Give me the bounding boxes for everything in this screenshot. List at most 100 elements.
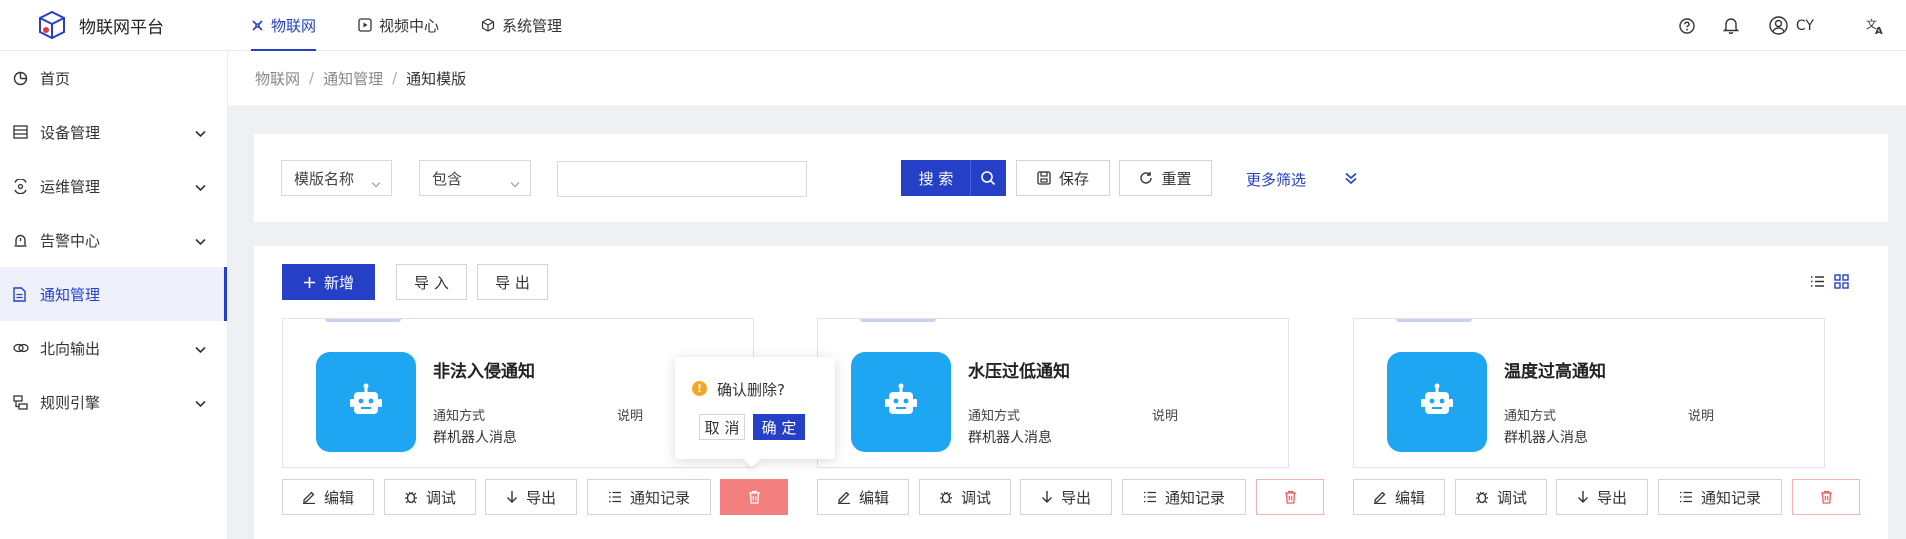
card-export-button[interactable]: 导出 — [485, 479, 577, 515]
card-method-label: 通知方式 — [968, 409, 1021, 424]
list-view-icon[interactable] — [1810, 275, 1825, 288]
help-icon[interactable] — [1679, 17, 1695, 34]
sidebar-item-notify[interactable]: 通知管理 — [0, 267, 227, 321]
bell-icon[interactable] — [1722, 17, 1739, 34]
delete-confirm-popover: ! 确认删除? 取 消 确 定 — [675, 357, 835, 468]
edit-button[interactable]: 编辑 — [1353, 479, 1445, 515]
card-export-button-label: 导出 — [1596, 488, 1627, 507]
more-filters-link[interactable]: 更多筛选 — [1246, 169, 1306, 190]
records-button-label: 通知记录 — [629, 488, 690, 507]
topnav-system[interactable]: 系统管理 — [481, 0, 562, 51]
debug-button[interactable]: 调试 — [384, 479, 476, 515]
template-card[interactable]: 温度过高通知 通知方式 说明 群机器人消息 — [1353, 318, 1825, 468]
search-icon-button[interactable] — [970, 160, 1006, 196]
breadcrumb-separator: / — [309, 69, 315, 87]
card-desc-label: 说明 — [617, 409, 644, 424]
svg-text:A: A — [1875, 26, 1883, 35]
breadcrumb-item[interactable]: 通知管理 — [323, 68, 383, 89]
topnav-video[interactable]: 视频中心 — [358, 0, 439, 51]
cancel-button[interactable]: 取 消 — [699, 414, 745, 440]
breadcrumb-current: 通知模版 — [406, 69, 467, 88]
card-export-button-label: 导出 — [525, 488, 556, 507]
double-chevron-down-icon[interactable] — [1344, 172, 1358, 185]
records-button-label: 通知记录 — [1164, 488, 1225, 507]
trash-icon — [1284, 490, 1297, 504]
top-right-tools: CY 文A — [1679, 0, 1906, 51]
robot-icon — [346, 382, 386, 422]
records-button[interactable]: 通知记录 — [1122, 479, 1246, 515]
search-value-input[interactable] — [557, 161, 807, 197]
template-list-panel: 新增 导 入 导 出 非法入侵通知 通知方式 说明 群机器人消息 水压过低通知 … — [254, 246, 1888, 539]
user-menu[interactable]: CY — [1769, 16, 1814, 35]
card-export-button[interactable]: 导出 — [1556, 479, 1648, 515]
app-title: 物联网平台 — [79, 17, 164, 38]
sidebar-item-northbound[interactable]: 北向输出 — [0, 321, 227, 375]
chevron-down-icon — [371, 174, 381, 192]
sidebar-item-label: 设备管理 — [40, 123, 101, 142]
card-export-button[interactable]: 导出 — [1020, 479, 1112, 515]
cancel-button-label: 取 消 — [704, 418, 740, 437]
sidebar-item-rules[interactable]: 规则引擎 — [0, 375, 227, 429]
card-method-label: 通知方式 — [1504, 409, 1557, 424]
sidebar-item-label: 北向输出 — [40, 339, 101, 358]
card-avatar — [851, 352, 951, 452]
reset-button[interactable]: 重置 — [1119, 160, 1212, 196]
debug-button[interactable]: 调试 — [919, 479, 1011, 515]
grid-view-icon[interactable] — [1834, 274, 1849, 289]
add-button-label: 新增 — [323, 273, 354, 292]
list-icon — [608, 491, 622, 503]
sidebar-item-label: 通知管理 — [40, 285, 101, 304]
robot-icon — [1417, 382, 1457, 422]
edit-icon — [1373, 490, 1387, 504]
card-tab-hint — [325, 319, 401, 322]
records-button-label: 通知记录 — [1700, 488, 1761, 507]
sidebar: 首页 设备管理 运维管理 告警中心 通知管理 北向输出 规则引擎 — [0, 51, 228, 539]
records-button[interactable]: 通知记录 — [1658, 479, 1782, 515]
chevron-down-icon — [195, 124, 206, 142]
pie-chart-icon — [13, 71, 29, 86]
import-button[interactable]: 导 入 — [396, 264, 467, 300]
iot-icon — [251, 19, 264, 32]
sidebar-item-home[interactable]: 首页 — [0, 51, 227, 105]
app-logo[interactable]: 物联网平台 — [37, 10, 251, 40]
translate-icon[interactable]: 文A — [1866, 17, 1886, 35]
breadcrumb-item[interactable]: 物联网 — [255, 68, 300, 89]
chevron-down-icon — [195, 232, 206, 250]
search-button-label: 搜 索 — [918, 169, 954, 188]
card-tab-hint — [1396, 319, 1472, 322]
link-icon — [13, 342, 29, 354]
sidebar-item-ops[interactable]: 运维管理 — [0, 159, 227, 213]
debug-button[interactable]: 调试 — [1455, 479, 1547, 515]
debug-button-label: 调试 — [1496, 488, 1527, 507]
export-button-label: 导 出 — [495, 273, 530, 292]
search-button[interactable]: 搜 索 — [901, 160, 971, 196]
robot-icon — [881, 382, 921, 422]
card-export-button-label: 导出 — [1060, 488, 1091, 507]
field-select[interactable]: 模版名称 — [281, 160, 392, 196]
add-button[interactable]: 新增 — [282, 264, 375, 300]
template-card[interactable]: 水压过低通知 通知方式 说明 群机器人消息 — [817, 318, 1289, 468]
list-icon — [1679, 491, 1693, 503]
delete-button[interactable] — [1256, 479, 1324, 515]
top-bar: 物联网平台 物联网 视频中心 系统管理 CY 文A — [0, 0, 1906, 51]
confirm-button[interactable]: 确 定 — [753, 414, 805, 440]
topnav-iot[interactable]: 物联网 — [251, 0, 317, 51]
edit-button[interactable]: 编辑 — [817, 479, 909, 515]
arrow-down-icon — [1577, 490, 1589, 504]
card-avatar — [316, 352, 416, 452]
sidebar-item-alarm[interactable]: 告警中心 — [0, 213, 227, 267]
operator-select[interactable]: 包含 — [419, 160, 531, 196]
arrow-down-icon — [1041, 490, 1053, 504]
edit-button[interactable]: 编辑 — [282, 479, 374, 515]
sidebar-item-device[interactable]: 设备管理 — [0, 105, 227, 159]
save-button[interactable]: 保存 — [1016, 160, 1110, 196]
card-tab-hint — [860, 319, 936, 322]
logo-icon — [37, 10, 67, 40]
edit-icon — [837, 490, 851, 504]
export-button[interactable]: 导 出 — [477, 264, 548, 300]
alarm-icon — [13, 233, 29, 248]
delete-button[interactable] — [720, 479, 788, 515]
records-button[interactable]: 通知记录 — [587, 479, 711, 515]
delete-button[interactable] — [1792, 479, 1860, 515]
list-icon — [1143, 491, 1157, 503]
